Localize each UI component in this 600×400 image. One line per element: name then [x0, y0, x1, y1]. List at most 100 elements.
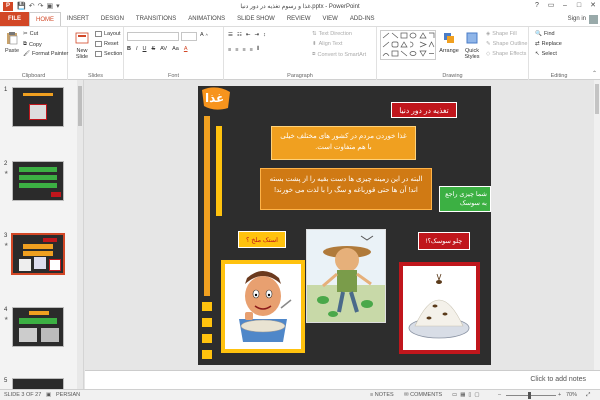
bold-button[interactable]: B	[127, 46, 131, 52]
text-box-1[interactable]: غذا خوردن مردم در کشور های مختلف خیلی با…	[271, 126, 416, 160]
customize-qat-icon[interactable]: ▾	[56, 2, 60, 10]
minimize-button[interactable]: –	[558, 0, 572, 12]
replace-button[interactable]: ⇄ Replace	[535, 41, 562, 47]
tab-animations[interactable]: ANIMATIONS	[182, 12, 231, 26]
format-painter-label: Format Painter	[31, 51, 69, 57]
decrease-indent-icon[interactable]: ⇤	[246, 32, 251, 38]
reset-button[interactable]: Reset	[95, 41, 118, 47]
quick-styles-button[interactable]: Quick Styles	[461, 31, 483, 60]
shape-fill-button[interactable]: ◈ Shape Fill	[486, 31, 517, 37]
copy-button[interactable]: ⧉ Copy	[23, 41, 42, 48]
slide-canvas[interactable]: غذا تغذیه در دور دنیا غذا خوردن مردم در …	[198, 86, 491, 365]
tab-add-ins[interactable]: ADD-INS	[344, 12, 381, 26]
shape-outline-button[interactable]: ✎ Shape Outline	[486, 41, 527, 47]
image-frame-middle[interactable]	[306, 229, 386, 323]
slide-thumbnail-1[interactable]	[12, 87, 64, 127]
zoom-level[interactable]: 70%	[566, 392, 577, 398]
scrollbar-thumb[interactable]	[78, 86, 82, 126]
slide-thumbnail-3[interactable]	[11, 233, 65, 275]
slide-title[interactable]: تغذیه در دور دنیا	[391, 102, 457, 118]
format-painter-button[interactable]: 🖌 Format Painter	[23, 51, 68, 57]
zoom-in-button[interactable]: +	[558, 392, 561, 398]
font-size-select[interactable]	[181, 32, 197, 41]
italic-button[interactable]: I	[136, 46, 138, 52]
tab-view[interactable]: VIEW	[317, 12, 344, 26]
new-slide-button[interactable]: New Slide	[71, 31, 93, 60]
tab-transitions[interactable]: TRANSITIONS	[130, 12, 182, 26]
undo-icon[interactable]: ↶	[29, 2, 35, 10]
align-text-button[interactable]: ⬍ Align Text	[312, 41, 342, 47]
fit-slide-icon[interactable]: ⤢	[586, 392, 590, 399]
tab-home[interactable]: HOME	[29, 12, 61, 26]
slide-thumbnail-5[interactable]	[12, 378, 64, 389]
zoom-out-button[interactable]: –	[498, 392, 501, 398]
section-button[interactable]: Section	[95, 51, 122, 57]
bullets-icon[interactable]: ☰	[228, 32, 233, 38]
image-frame-right[interactable]	[399, 262, 480, 354]
sign-in-link[interactable]: Sign in	[568, 16, 586, 22]
avatar[interactable]	[589, 14, 598, 24]
spellcheck-icon[interactable]: ▣	[46, 392, 51, 398]
paste-button[interactable]: Paste	[3, 31, 21, 54]
label-right[interactable]: چلو سوسک؟!	[418, 232, 470, 250]
line-spacing-icon[interactable]: ↕	[263, 32, 266, 38]
columns-icon[interactable]: ⫴	[257, 46, 259, 53]
notes-pane[interactable]: Click to add notes	[85, 370, 600, 389]
close-button[interactable]: ✕	[586, 0, 600, 12]
align-left-icon[interactable]: ≡	[228, 47, 231, 53]
editor-scrollbar[interactable]	[594, 80, 600, 370]
layout-button[interactable]: Layout	[95, 31, 121, 37]
collapse-ribbon-icon[interactable]: ⌃	[592, 70, 597, 77]
find-button[interactable]: 🔍 Find	[535, 31, 555, 37]
font-color-button[interactable]: A	[184, 46, 188, 52]
arrange-button[interactable]: Arrange	[438, 31, 460, 54]
slide-thumbnail-4[interactable]	[12, 307, 64, 347]
text-box-2[interactable]: البته در این زمینه چیزی ها دست بقیه را ا…	[260, 168, 432, 210]
justify-icon[interactable]: ≡	[250, 47, 253, 53]
label-left[interactable]: استک ملخ ؟	[238, 231, 286, 248]
save-icon[interactable]: 💾	[17, 2, 26, 10]
tab-slide-show[interactable]: SLIDE SHOW	[231, 12, 281, 26]
cut-button[interactable]: ✂ Cut	[23, 31, 38, 37]
shape-effects-button[interactable]: ◇ Shape Effects	[486, 51, 526, 57]
strikethrough-button[interactable]: S	[152, 46, 156, 52]
increase-indent-icon[interactable]: ⇥	[254, 32, 259, 38]
align-center-icon[interactable]: ≡	[235, 47, 238, 53]
zoom-slider[interactable]	[506, 395, 556, 396]
clipboard-group: Paste ✂ Cut ⧉ Copy 🖌 Format Painter Clipboa…	[0, 27, 68, 81]
view-buttons[interactable]: ▭▦▯▢	[452, 392, 483, 398]
animation-star-icon: ★	[4, 170, 9, 176]
align-right-icon[interactable]: ≡	[242, 47, 245, 53]
change-case-button[interactable]: Aa	[172, 46, 179, 52]
tab-insert[interactable]: INSERT	[61, 12, 95, 26]
scrollbar-thumb[interactable]	[595, 84, 599, 114]
image-frame-left[interactable]	[221, 260, 305, 353]
tab-review[interactable]: REVIEW	[281, 12, 317, 26]
shapes-gallery[interactable]	[380, 30, 436, 60]
font-name-select[interactable]	[127, 32, 179, 41]
help-button[interactable]: ?	[530, 0, 544, 12]
font-grow-button[interactable]: A ^	[200, 32, 208, 38]
green-text-box[interactable]: شما چیزی راجع به سوسک هضیده..	[439, 186, 491, 212]
language-indicator[interactable]: PERSIAN	[56, 392, 80, 398]
slides-group: New Slide Layout Reset Section Slides	[68, 27, 124, 81]
comments-button[interactable]: ✉ COMMENTS	[404, 392, 442, 398]
thumbnail-scrollbar[interactable]	[77, 80, 83, 389]
ribbon-display-button[interactable]: ▭	[544, 0, 558, 12]
maximize-button[interactable]: □	[572, 0, 586, 12]
present-icon[interactable]: ▣	[46, 2, 53, 10]
zoom-slider-thumb[interactable]	[528, 392, 531, 399]
fill-bucket-icon: ◈	[486, 31, 491, 37]
notes-button[interactable]: ≡ NOTES	[370, 392, 394, 398]
underline-button[interactable]: U	[143, 46, 147, 52]
select-button[interactable]: ↖ Select	[535, 51, 557, 57]
numbering-icon[interactable]: ☷	[237, 32, 242, 38]
tab-design[interactable]: DESIGN	[95, 12, 130, 26]
redo-icon[interactable]: ↷	[38, 2, 44, 10]
text-direction-button[interactable]: ⇅ Text Direction	[312, 31, 352, 37]
notes-placeholder[interactable]: Click to add notes	[530, 376, 586, 383]
char-spacing-button[interactable]: AV	[160, 46, 167, 52]
smartart-button[interactable]: ⧈ Convert to SmartArt	[312, 51, 366, 58]
slide-thumbnail-2[interactable]	[12, 161, 64, 201]
tab-file[interactable]: FILE	[0, 12, 29, 26]
